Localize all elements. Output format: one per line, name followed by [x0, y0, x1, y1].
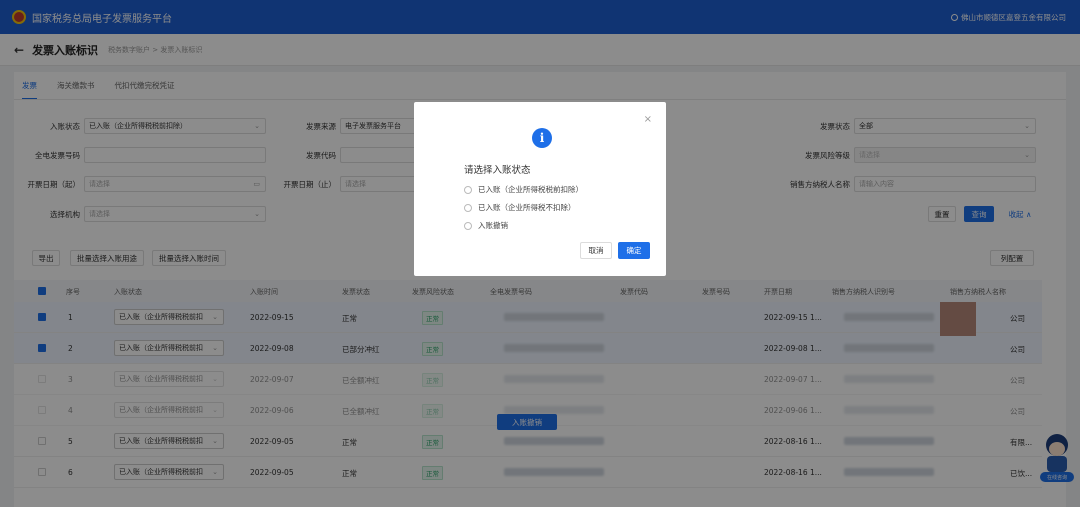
option-cancel-entry[interactable]: 入账撤销 [464, 220, 508, 231]
entry-status-dialog: × i 请选择入账状态 已入账（企业所得税税前扣除） 已入账（企业所得税不扣除）… [414, 102, 666, 276]
dialog-title: 请选择入账状态 [464, 165, 531, 176]
option-label: 入账撤销 [478, 221, 508, 230]
close-icon[interactable]: × [644, 114, 652, 125]
info-icon: i [532, 128, 552, 148]
option-label: 已入账（企业所得税税前扣除） [478, 185, 583, 194]
option-deduct[interactable]: 已入账（企业所得税税前扣除） [464, 184, 583, 195]
confirm-button[interactable]: 确定 [618, 242, 650, 259]
radio-button[interactable] [464, 185, 472, 194]
cancel-button[interactable]: 取消 [580, 242, 612, 259]
option-no-deduct[interactable]: 已入账（企业所得税不扣除） [464, 202, 576, 213]
radio-button[interactable] [464, 203, 472, 212]
option-label: 已入账（企业所得税不扣除） [478, 203, 576, 212]
radio-button[interactable] [464, 221, 472, 230]
